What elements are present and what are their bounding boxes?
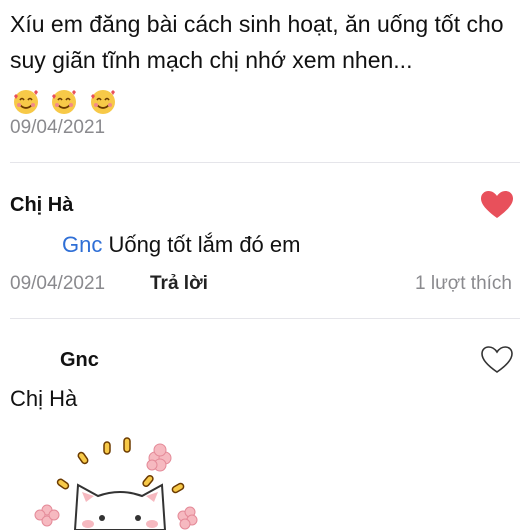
mention-link[interactable]: Gnc	[62, 232, 102, 257]
smiling-face-with-hearts-icon	[52, 89, 77, 114]
divider	[10, 318, 520, 319]
reply-date: 09/04/2021	[10, 273, 106, 294]
comment-text: Xíu em đăng bài cách sinh hoạt, ăn uống …	[10, 6, 510, 118]
reply-body: Gnc Uống tốt lắm đó em	[62, 232, 300, 258]
smiling-face-with-hearts-icon	[14, 89, 38, 114]
reply-author[interactable]: Chị Hà	[10, 194, 73, 217]
comment-body: Xíu em đăng bài cách sinh hoạt, ăn uống …	[10, 11, 504, 73]
mention-link[interactable]: Chị Hà	[10, 386, 77, 412]
divider	[10, 162, 520, 163]
emoji-group	[12, 82, 121, 118]
cat-sticker-icon	[34, 437, 198, 530]
heart-outline-icon[interactable]	[480, 345, 514, 375]
heart-filled-icon[interactable]	[480, 190, 514, 220]
reply-author[interactable]: Gnc	[60, 349, 99, 372]
likes-count[interactable]: 1 lượt thích	[415, 273, 512, 295]
reply-button[interactable]: Trả lời	[150, 273, 208, 295]
reply-text: Uống tốt lắm đó em	[108, 232, 301, 257]
smiling-face-with-hearts-icon	[90, 89, 115, 114]
comment-date: 09/04/2021	[10, 117, 106, 138]
